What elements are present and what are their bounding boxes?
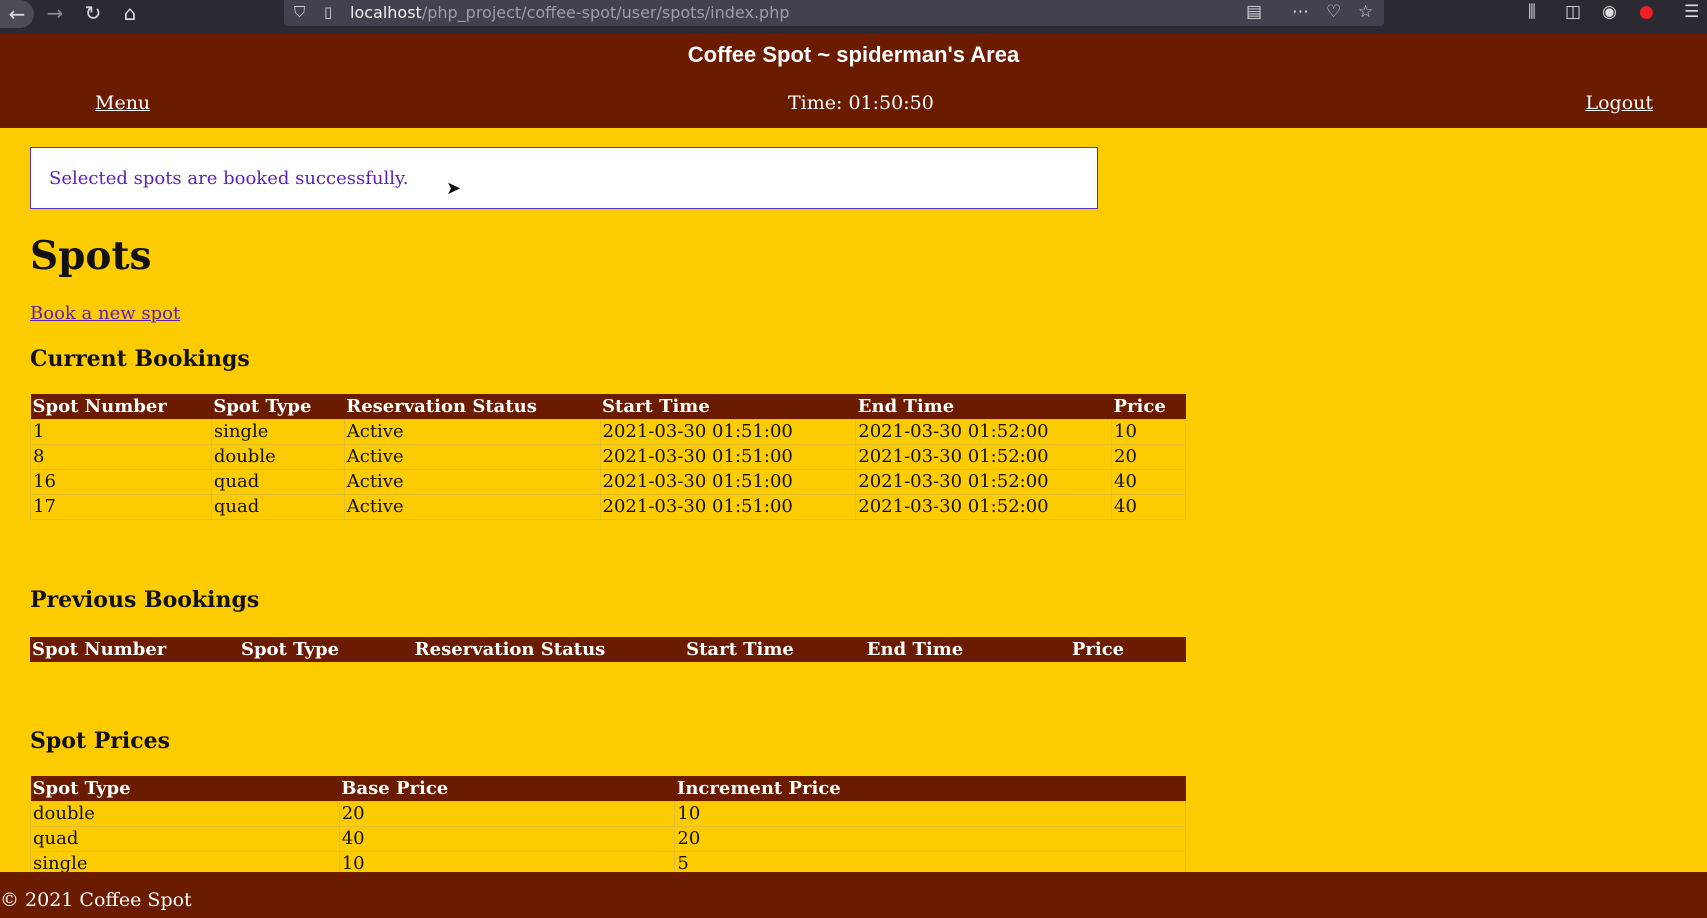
- table-cell: Active: [343, 444, 601, 470]
- browser-toolbar: ← → ↻ ⌂ ⛉ ▯ localhost/php_project/coffee…: [0, 0, 1707, 34]
- reader-view-icon[interactable]: ▤: [1246, 2, 1262, 22]
- site-footer: © 2021 Coffee Spot: [0, 872, 1707, 918]
- column-header: Base Price: [339, 776, 675, 802]
- table-cell: 2021-03-30 01:52:00: [855, 469, 1112, 495]
- extension-icon[interactable]: ●: [1639, 2, 1654, 22]
- table-cell: 10: [1111, 419, 1186, 445]
- column-header: Price: [1111, 394, 1186, 420]
- shield-icon[interactable]: ⛉: [294, 3, 305, 21]
- table-cell: 40: [1111, 494, 1186, 520]
- column-header: Spot Number: [30, 394, 212, 420]
- page-icon: ▯: [324, 3, 333, 21]
- back-arrow-icon[interactable]: ←: [0, 0, 34, 28]
- library-icon[interactable]: ⫼: [1528, 2, 1536, 22]
- spot-prices-heading: Spot Prices: [30, 728, 171, 754]
- table-cell: 40: [338, 826, 676, 852]
- mouse-cursor-icon: ➤: [446, 178, 462, 199]
- sidebar-icon[interactable]: ◫: [1565, 2, 1581, 22]
- table-cell: 10: [674, 801, 1186, 827]
- column-header: Spot Type: [220, 637, 360, 662]
- table-cell: double: [210, 444, 345, 470]
- alert-message: Selected spots are booked successfully.: [49, 168, 409, 189]
- spot-prices-table: Spot Type Base Price Increment Price dou…: [30, 776, 1186, 877]
- table-cell: Active: [343, 469, 601, 495]
- table-row: double 20 10: [30, 801, 1186, 827]
- current-bookings-table: Spot Number Spot Type Reservation Status…: [30, 394, 1186, 520]
- menu-link[interactable]: Menu: [95, 92, 150, 114]
- table-cell: 2021-03-30 01:52:00: [855, 419, 1112, 445]
- table-cell: Active: [343, 419, 601, 445]
- table-cell: quad: [210, 494, 345, 520]
- table-cell: 2021-03-30 01:51:00: [599, 444, 857, 470]
- footer-copyright: © 2021 Coffee Spot: [0, 889, 192, 911]
- table-cell: 2021-03-30 01:51:00: [599, 469, 857, 495]
- table-cell: 8: [30, 444, 212, 470]
- table-header-row: Spot Number Spot Type Reservation Status…: [30, 637, 1186, 662]
- table-cell: single: [210, 419, 345, 445]
- table-cell: Active: [343, 494, 601, 520]
- table-cell: quad: [210, 469, 345, 495]
- table-cell: 20: [674, 826, 1186, 852]
- table-cell: 20: [338, 801, 676, 827]
- table-cell: 2021-03-30 01:52:00: [855, 444, 1112, 470]
- table-cell: 2021-03-30 01:51:00: [599, 494, 857, 520]
- site-title: Coffee Spot ~ spiderman's Area: [687, 42, 1020, 67]
- column-header: Spot Type: [211, 394, 345, 420]
- table-cell: 17: [30, 494, 212, 520]
- table-cell: quad: [30, 826, 340, 852]
- url-text[interactable]: localhost/php_project/coffee-spot/user/s…: [350, 3, 790, 22]
- column-header: Start Time: [600, 394, 856, 420]
- table-header-row: Spot Number Spot Type Reservation Status…: [30, 394, 1186, 420]
- column-header: Reservation Status: [344, 394, 601, 420]
- more-icon[interactable]: ⋯: [1292, 2, 1309, 22]
- column-header: Spot Type: [30, 776, 340, 802]
- previous-bookings-table: Spot Number Spot Type Reservation Status…: [30, 637, 1186, 662]
- address-bar[interactable]: ⛉ ▯ localhost/php_project/coffee-spot/us…: [284, 0, 1384, 26]
- account-icon[interactable]: ◉: [1602, 2, 1617, 22]
- table-header-row: Spot Type Base Price Increment Price: [30, 776, 1186, 802]
- clock-text: Time: 01:50:50: [788, 92, 934, 114]
- home-icon[interactable]: ⌂: [117, 0, 143, 26]
- forward-arrow-icon[interactable]: →: [42, 0, 68, 26]
- success-alert: Selected spots are booked successfully.: [30, 147, 1098, 209]
- table-row: 16 quad Active 2021-03-30 01:51:00 2021-…: [30, 469, 1186, 495]
- table-row: 17 quad Active 2021-03-30 01:51:00 2021-…: [30, 494, 1186, 520]
- page-title: Spots: [30, 233, 152, 279]
- pocket-icon[interactable]: ♡: [1326, 2, 1341, 22]
- hamburger-menu-icon[interactable]: ☰: [1684, 2, 1699, 22]
- logout-link[interactable]: Logout: [1585, 92, 1653, 114]
- column-header: Start Time: [660, 637, 820, 662]
- site-header: Coffee Spot ~ spiderman's Area Menu Time…: [0, 34, 1707, 128]
- table-cell: 16: [30, 469, 212, 495]
- column-header: End Time: [855, 394, 1112, 420]
- table-cell: double: [30, 801, 340, 827]
- column-header: Increment Price: [674, 776, 1186, 802]
- reload-icon[interactable]: ↻: [80, 0, 106, 26]
- table-cell: 2021-03-30 01:51:00: [599, 419, 857, 445]
- table-row: quad 40 20: [30, 826, 1186, 852]
- table-cell: 40: [1111, 469, 1186, 495]
- column-header: Reservation Status: [360, 637, 660, 662]
- current-bookings-heading: Current Bookings: [30, 346, 250, 372]
- column-header: Price: [1010, 637, 1186, 662]
- table-row: 8 double Active 2021-03-30 01:51:00 2021…: [30, 444, 1186, 470]
- bookmark-star-icon[interactable]: ☆: [1358, 2, 1373, 22]
- table-row: 1 single Active 2021-03-30 01:51:00 2021…: [30, 419, 1186, 445]
- table-cell: 2021-03-30 01:52:00: [855, 494, 1112, 520]
- column-header: Spot Number: [30, 637, 220, 662]
- book-new-spot-link[interactable]: Book a new spot: [30, 303, 180, 324]
- table-cell: 20: [1111, 444, 1186, 470]
- previous-bookings-heading: Previous Bookings: [30, 587, 260, 613]
- column-header: End Time: [820, 637, 1010, 662]
- table-cell: 1: [30, 419, 212, 445]
